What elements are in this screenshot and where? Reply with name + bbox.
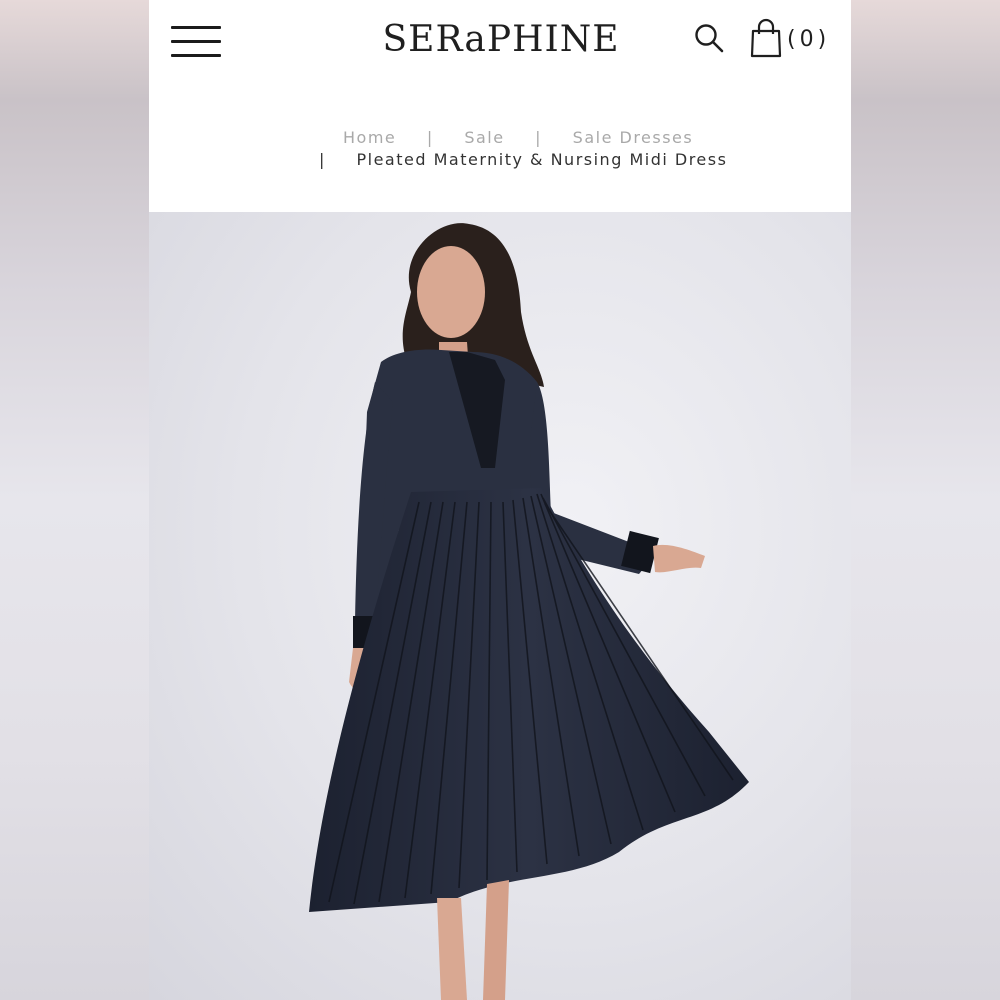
breadcrumb-current-row: | Pleated Maternity & Nursing Midi Dress: [319, 150, 727, 172]
breadcrumb-separator: |: [535, 128, 543, 147]
shopping-bag-button[interactable]: (0): [749, 18, 833, 60]
product-image[interactable]: [149, 212, 851, 1000]
breadcrumb-home[interactable]: Home: [343, 128, 396, 147]
breadcrumb-current: Pleated Maternity & Nursing Midi Dress: [356, 150, 728, 169]
breadcrumb-separator: |: [426, 128, 434, 147]
shopping-bag-icon: [750, 18, 782, 58]
bag-count: (0): [787, 27, 831, 52]
breadcrumb-sale-dresses[interactable]: Sale Dresses: [573, 128, 694, 147]
site-header: SERaPHINE (0): [149, 0, 851, 84]
background-right-margin: [851, 0, 1000, 1000]
breadcrumb-trail: Home | Sale | Sale Dresses: [343, 128, 693, 150]
hamburger-menu-icon[interactable]: [171, 22, 221, 62]
breadcrumb-sale[interactable]: Sale: [464, 128, 504, 147]
background-left-margin: [0, 0, 149, 1000]
brand-logo[interactable]: SERaPHINE: [375, 18, 627, 62]
product-page: SERaPHINE (0) Home | Sale | Sale Dresses…: [149, 0, 851, 1000]
search-icon[interactable]: [693, 22, 725, 54]
breadcrumb-separator: |: [319, 150, 326, 169]
breadcrumb: Home | Sale | Sale Dresses | Pleated Mat…: [149, 128, 851, 178]
model-in-dress-illustration: [309, 223, 749, 1000]
